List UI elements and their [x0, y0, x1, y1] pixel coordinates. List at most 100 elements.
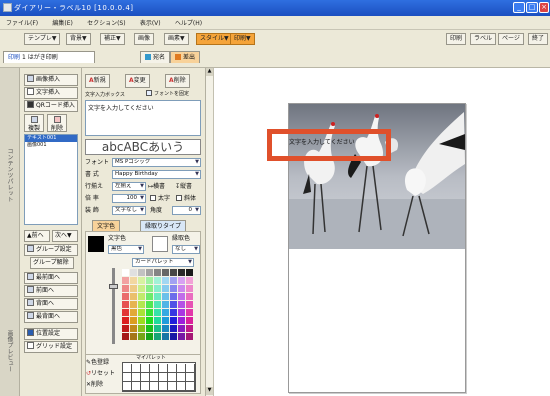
palette-swatch[interactable] [122, 325, 129, 332]
panel-scrollbar[interactable]: ▲ ▼ [206, 68, 214, 396]
palette-swatch[interactable] [146, 269, 153, 276]
palette-swatch[interactable] [146, 325, 153, 332]
mypalette-swatch[interactable] [168, 364, 177, 373]
palette-swatch[interactable] [186, 325, 193, 332]
image-insert-button[interactable]: 画像挿入 [24, 74, 78, 86]
palette-swatch[interactable] [186, 333, 193, 340]
mypalette-swatch[interactable] [123, 373, 132, 382]
order-down-button[interactable]: 次へ▼ [52, 230, 78, 242]
palette-swatch[interactable] [130, 277, 137, 284]
palette-swatch[interactable] [122, 277, 129, 284]
send-to-back-button[interactable]: 最背面へ [24, 311, 78, 323]
align-select[interactable]: 左揃え [112, 182, 146, 191]
palette-swatch[interactable] [178, 309, 185, 316]
palette-swatch[interactable] [162, 317, 169, 324]
pixel-button[interactable]: 画素▼ [164, 33, 189, 45]
mypalette-swatch[interactable] [186, 382, 195, 391]
vertical-toggle[interactable]: ↧縦書 [175, 182, 192, 191]
palette-select[interactable]: カードパレット [132, 258, 194, 267]
palette-swatch[interactable] [146, 293, 153, 300]
mypalette-swatch[interactable] [141, 373, 150, 382]
mypalette-swatch[interactable] [150, 373, 159, 382]
palette-swatch[interactable] [122, 285, 129, 292]
style-button[interactable]: スタイル▼ [196, 33, 233, 45]
menu-view[interactable]: 表示(V) [134, 16, 167, 29]
mypalette-swatch[interactable] [177, 364, 186, 373]
object-list[interactable]: テキスト001 画像001 [24, 134, 78, 225]
delete-color-button[interactable]: ✕削除 [86, 380, 103, 389]
border-color-swatch[interactable] [152, 236, 168, 252]
template-button[interactable]: テンプレ▼ [24, 33, 61, 45]
color-palette[interactable] [122, 269, 194, 341]
palette-swatch[interactable] [178, 325, 185, 332]
image-button[interactable]: 画像 [134, 33, 155, 45]
menu-help[interactable]: ヘルプ(H) [169, 16, 208, 29]
palette-swatch[interactable] [178, 277, 185, 284]
palette-swatch[interactable] [170, 333, 177, 340]
palette-swatch[interactable] [178, 317, 185, 324]
palette-swatch[interactable] [154, 293, 161, 300]
palette-swatch[interactable] [178, 285, 185, 292]
palette-swatch[interactable] [122, 293, 129, 300]
palette-swatch[interactable] [154, 269, 161, 276]
mypalette-swatch[interactable] [132, 364, 141, 373]
position-settings-button[interactable]: 位置設定 [24, 328, 78, 340]
palette-swatch[interactable] [146, 285, 153, 292]
image-preview-label[interactable]: 画像プレビュー [5, 330, 14, 372]
mypalette-swatch[interactable] [186, 373, 195, 382]
tab-postcard[interactable]: 印刷 1 はがき印刷 [3, 51, 95, 63]
menu-section[interactable]: セクション(S) [81, 16, 132, 29]
menu-file[interactable]: ファイル(F) [0, 16, 44, 29]
palette-swatch[interactable] [170, 293, 177, 300]
palette-swatch[interactable] [146, 301, 153, 308]
mypalette-swatch[interactable] [132, 373, 141, 382]
scroll-up-icon[interactable]: ▲ [206, 68, 213, 76]
palette-swatch[interactable] [154, 325, 161, 332]
palette-swatch[interactable] [186, 277, 193, 284]
palette-swatch[interactable] [178, 301, 185, 308]
mode-new-button[interactable]: A新規 [85, 74, 110, 88]
palette-swatch[interactable] [170, 301, 177, 308]
palette-swatch[interactable] [130, 285, 137, 292]
palette-swatch[interactable] [138, 269, 145, 276]
copy-button[interactable]: 複製 [24, 114, 44, 132]
mypalette-swatch[interactable] [123, 364, 132, 373]
close-button[interactable]: × [539, 2, 549, 13]
mypalette-swatch[interactable] [123, 382, 132, 391]
maximize-button[interactable]: □ [526, 2, 538, 13]
palette-swatch[interactable] [138, 285, 145, 292]
palette-swatch[interactable] [170, 285, 177, 292]
send-backward-button[interactable]: 背面へ [24, 298, 78, 310]
palette-swatch[interactable] [170, 277, 177, 284]
palette-swatch[interactable] [138, 317, 145, 324]
ungroup-button[interactable]: グループ解除 [30, 257, 74, 269]
palette-swatch[interactable] [170, 317, 177, 324]
mypalette-swatch[interactable] [177, 373, 186, 382]
group-button[interactable]: グループ設定 [24, 244, 78, 256]
palette-swatch[interactable] [162, 325, 169, 332]
print-button[interactable]: 印刷 [446, 33, 467, 45]
palette-swatch[interactable] [122, 269, 129, 276]
color-register-button[interactable]: ✎色登録 [86, 358, 109, 367]
mypalette-swatch[interactable] [150, 364, 159, 373]
mypalette-swatch[interactable] [141, 382, 150, 391]
exit-button[interactable]: 終了 [528, 33, 549, 45]
bring-to-front-button[interactable]: 最前面へ [24, 272, 78, 284]
delete-object-button[interactable]: 削除 [47, 114, 67, 132]
palette-swatch[interactable] [138, 309, 145, 316]
tab-address[interactable]: 宛名 [140, 51, 171, 63]
mypalette-swatch[interactable] [141, 364, 150, 373]
mypalette-grid[interactable] [122, 362, 196, 392]
palette-swatch[interactable] [162, 285, 169, 292]
palette-swatch[interactable] [154, 301, 161, 308]
palette-swatch[interactable] [146, 277, 153, 284]
palette-swatch[interactable] [162, 301, 169, 308]
palette-swatch[interactable] [154, 309, 161, 316]
text-insert-button[interactable]: 文字挿入 [24, 87, 78, 99]
mypalette-swatch[interactable] [150, 382, 159, 391]
palette-swatch[interactable] [122, 333, 129, 340]
qr-insert-button[interactable]: QRコード挿入 [24, 100, 78, 112]
palette-swatch[interactable] [138, 301, 145, 308]
palette-swatch[interactable] [162, 309, 169, 316]
palette-swatch[interactable] [130, 317, 137, 324]
